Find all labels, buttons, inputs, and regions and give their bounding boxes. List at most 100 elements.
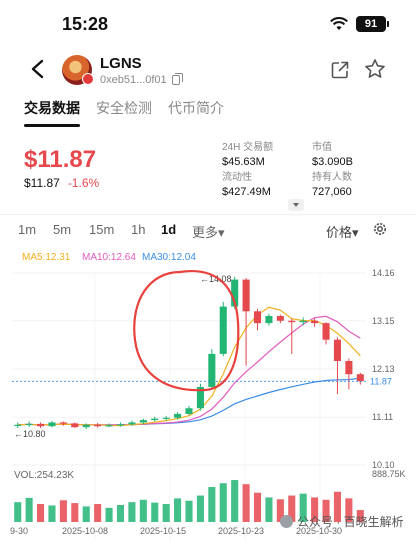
- candle-body: [299, 320, 307, 323]
- volume-bar: [162, 504, 170, 522]
- stat-label: 24H 交易额: [222, 142, 274, 153]
- status-bar: 15:28 91: [0, 0, 416, 46]
- stat-value: $45.63M: [222, 156, 265, 168]
- tab-security-check[interactable]: 安全检测: [96, 98, 152, 126]
- price-type-dropdown[interactable]: 价格▾: [326, 222, 359, 241]
- share-icon[interactable]: [330, 60, 350, 80]
- price-change-row: $11.87 -1.6%: [24, 176, 99, 190]
- wifi-icon: [330, 17, 348, 30]
- price-value: $11.87: [24, 176, 60, 190]
- copy-icon[interactable]: [172, 73, 183, 85]
- interval-15m[interactable]: 15m: [89, 222, 114, 237]
- watermark: 公众号 · 百晓生解析: [280, 513, 404, 530]
- stat-market-cap: 市值 $3.090B: [312, 138, 402, 168]
- volume-bar: [242, 484, 250, 522]
- y-tick-label: 12.13: [372, 364, 395, 374]
- candle-body: [356, 374, 364, 382]
- interval-5m[interactable]: 5m: [53, 222, 71, 237]
- volume-bar: [59, 500, 67, 522]
- tab-token-intro[interactable]: 代币简介: [168, 98, 224, 126]
- gear-icon[interactable]: [372, 221, 388, 237]
- tab-trading-data[interactable]: 交易数据: [24, 98, 80, 126]
- price-change-percent: -1.6%: [67, 176, 100, 190]
- volume-bar: [82, 506, 90, 522]
- candle-body: [59, 422, 67, 424]
- token-name: LGNS: [100, 55, 142, 72]
- divider: [0, 214, 416, 215]
- volume-label: VOL:254.23K: [14, 470, 75, 481]
- volume-bar: [253, 492, 262, 522]
- volume-bar: [185, 500, 193, 522]
- volume-bar: [219, 483, 227, 522]
- stat-label: 持有人数: [312, 172, 352, 183]
- volume-bar: [208, 487, 216, 522]
- volume-bar: [105, 507, 113, 522]
- stat-holders: 持有人数 727,060: [312, 168, 402, 198]
- volume-bar: [128, 502, 136, 522]
- high-price-marker: ←14.08: [200, 274, 232, 284]
- x-tick-label: 2025-10-08: [62, 526, 108, 536]
- stat-value: 727,060: [312, 186, 352, 198]
- watermark-text: 公众号 · 百晓生解析: [297, 515, 404, 529]
- volume-bar: [25, 497, 33, 522]
- candle-body: [276, 316, 284, 321]
- candle-body: [48, 422, 56, 427]
- volume-bar: [265, 497, 273, 522]
- interval-1d[interactable]: 1d: [161, 222, 176, 237]
- candle-body: [208, 353, 216, 387]
- stat-value: $427.49M: [222, 186, 271, 198]
- candle-body: [242, 279, 250, 312]
- candle-body: [94, 424, 102, 427]
- candle-body: [14, 424, 22, 427]
- candle-body: [174, 413, 182, 418]
- volume-bar: [231, 480, 239, 522]
- volume-bar: [139, 499, 147, 522]
- volume-bar: [116, 504, 125, 522]
- stat-label: 市值: [312, 142, 332, 153]
- candle-body: [116, 424, 125, 426]
- x-tick-label: 2025-10-15: [140, 526, 186, 536]
- volume-bar: [48, 505, 56, 522]
- stat-label: 流动性: [222, 172, 252, 183]
- volume-bar: [94, 504, 102, 522]
- back-arrow-icon[interactable]: [28, 58, 48, 80]
- low-price-marker: ←10.80: [14, 429, 46, 439]
- volume-bar: [174, 498, 182, 522]
- price-chart[interactable]: 14.1613.1512.1311.1110.1011.87←10.80←14.…: [0, 262, 416, 540]
- current-price-tag: 11.87: [370, 376, 392, 386]
- interval-1h[interactable]: 1h: [131, 222, 145, 237]
- candle-body: [128, 422, 136, 425]
- candle-body: [82, 424, 90, 428]
- interval-1m[interactable]: 1m: [18, 222, 36, 237]
- candle-body: [219, 306, 227, 354]
- candle-body: [139, 420, 147, 423]
- x-tick-label: 9-30: [10, 526, 28, 536]
- candle-body: [311, 320, 319, 324]
- expand-stats-chevron-icon[interactable]: [288, 199, 304, 211]
- token-header: LGNS 0xeb51...0f01: [0, 50, 416, 90]
- interval-more-dropdown[interactable]: 更多▾: [192, 222, 225, 241]
- stat-24h-volume: 24H 交易额 $45.63M: [222, 138, 312, 168]
- candle-body: [71, 423, 79, 428]
- y-tick-label: 13.15: [372, 316, 395, 326]
- x-tick-label: 2025-10-23: [218, 526, 264, 536]
- stat-value: $3.090B: [312, 156, 353, 168]
- volume-bar: [71, 503, 79, 522]
- clock: 15:28: [62, 14, 109, 34]
- y-tick-label: 11.11: [372, 412, 393, 422]
- candle-body: [345, 360, 353, 375]
- candle-body: [151, 418, 159, 421]
- active-tab-indicator: [24, 124, 80, 127]
- favorite-star-icon[interactable]: [364, 58, 386, 80]
- candle-body: [333, 339, 341, 361]
- volume-bar: [14, 502, 22, 522]
- battery-indicator: 91: [356, 16, 389, 32]
- chain-badge-icon: [82, 73, 94, 85]
- volume-bar: [196, 495, 204, 522]
- stat-liquidity: 流动性 $427.49M: [222, 168, 312, 198]
- candle-body: [37, 423, 45, 427]
- candle-body: [185, 408, 193, 414]
- token-address: 0xeb51...0f01: [100, 74, 167, 86]
- y-tick-label: 14.16: [372, 268, 395, 278]
- current-price: $11.87: [24, 146, 97, 173]
